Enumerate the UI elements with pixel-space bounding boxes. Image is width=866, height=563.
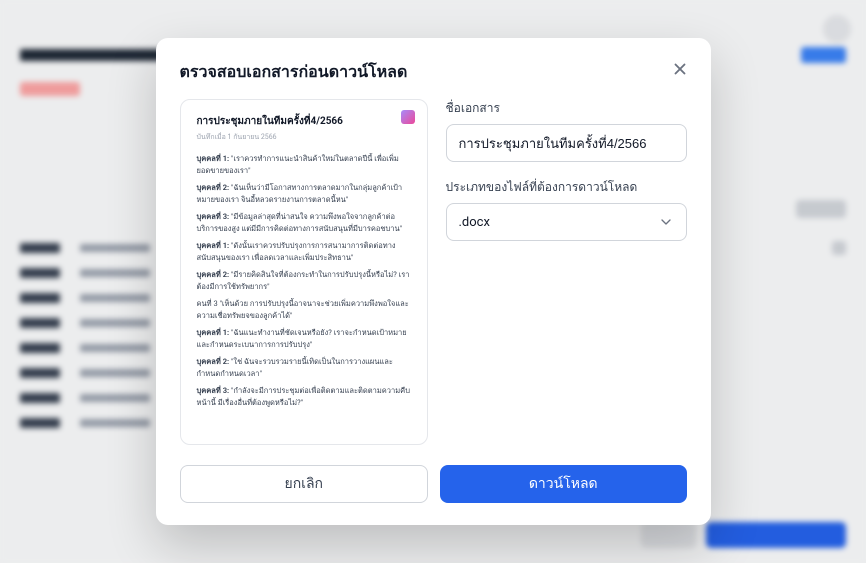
chevron-down-icon	[658, 214, 674, 230]
modal-footer: ยกเลิก ดาวน์โหลด	[180, 465, 687, 503]
preview-line: บุคคลที่ 3: "มีข้อมูลล่าสุดที่น่าสนใจ คว…	[197, 211, 411, 235]
download-button[interactable]: ดาวน์โหลด	[440, 465, 687, 503]
preview-line: บุคคลที่ 1: "ดังนั้นเราควรปรับปรุงการการ…	[197, 240, 411, 264]
ai-badge-icon	[401, 110, 415, 124]
modal-body: การประชุมภายในทีมครั้งที่4/2566 บันทึกเม…	[180, 99, 687, 445]
filetype-value: .docx	[459, 215, 490, 230]
download-modal: ตรวจสอบเอกสารก่อนดาวน์โหลด การประชุมภายใ…	[156, 38, 711, 525]
preview-line: บุคคลที่ 2: "ใช่ ฉันจะรวบรวมรายนี้เทิดเป…	[197, 356, 411, 380]
document-name-input[interactable]	[446, 124, 687, 162]
modal-title: ตรวจสอบเอกสารก่อนดาวน์โหลด	[180, 60, 687, 85]
modal-overlay: ตรวจสอบเอกสารก่อนดาวน์โหลด การประชุมภายใ…	[0, 0, 866, 563]
form-panel: ชื่อเอกสาร ประเภทของไฟล์ที่ต้องการดาวน์โ…	[446, 99, 687, 445]
close-icon	[671, 60, 689, 78]
preview-doc-title: การประชุมภายในทีมครั้งที่4/2566	[197, 114, 411, 129]
preview-line: คนที่ 3 "เห็นด้วย การปรับปรุงนี้อาจนาจะช…	[197, 298, 411, 322]
preview-doc-subtitle: บันทึกเมื่อ 1 กันยายน 2566	[197, 132, 411, 143]
preview-line: บุคคลที่ 3: "กำลังจะมีการประชุมต่อเพื่อต…	[197, 385, 411, 409]
document-name-label: ชื่อเอกสาร	[446, 99, 687, 118]
filetype-label: ประเภทของไฟล์ที่ต้องการดาวน์โหลด	[446, 178, 687, 197]
preview-line: บุคคลที่ 1: "เราควรทำการแนะนำสินค้าใหม่ใ…	[197, 153, 411, 177]
document-preview: การประชุมภายในทีมครั้งที่4/2566 บันทึกเม…	[180, 99, 428, 445]
preview-content: บุคคลที่ 1: "เราควรทำการแนะนำสินค้าใหม่ใ…	[197, 153, 411, 409]
preview-line: บุคคลที่ 2: "ฉันเห็นว่ามีโอกาสทางการตลาด…	[197, 182, 411, 206]
preview-line: บุคคลที่ 2: "มีรายคิดสินใจที่ต้องกระทำใน…	[197, 269, 411, 293]
close-button[interactable]	[669, 58, 691, 80]
preview-line: บุคคลที่ 1: "ฉันแนะทำงานที่ชัดเจนหรือยัง…	[197, 327, 411, 351]
filetype-select[interactable]: .docx	[446, 203, 687, 241]
cancel-button[interactable]: ยกเลิก	[180, 465, 429, 503]
